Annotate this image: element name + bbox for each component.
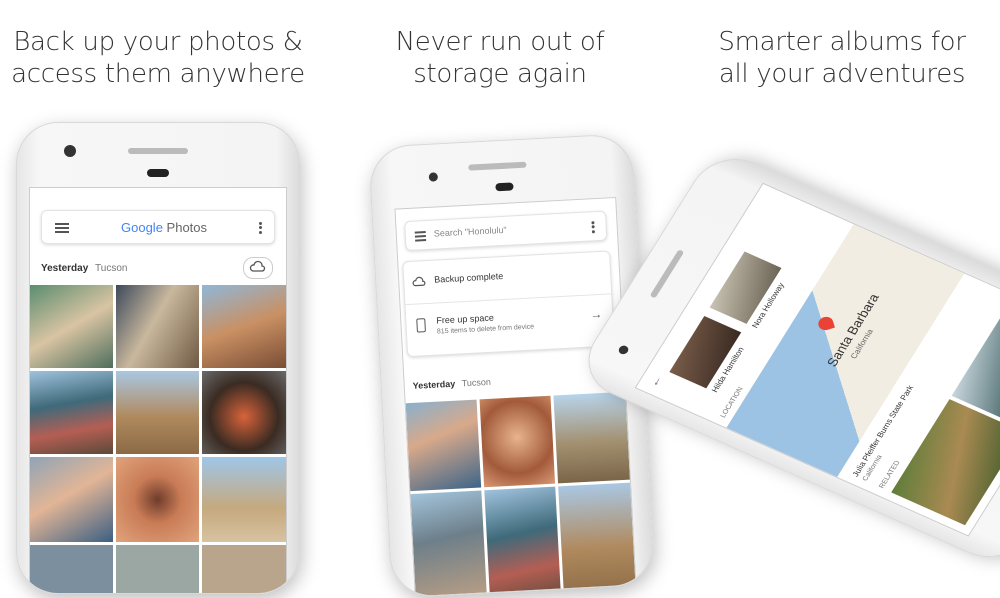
photo-tile[interactable] [553,391,630,484]
search-placeholder: Search "Honolulu" [433,224,507,239]
photo-tile[interactable] [410,490,488,598]
backup-status-text: Backup complete [433,271,504,285]
date-header: Yesterday Tucson [412,377,491,391]
app-logo: Google Photos [121,220,207,235]
cloud-done-icon [412,274,427,293]
phone1-speaker [128,148,188,154]
phone2-status-card: Backup complete Free up space 815 items … [402,250,615,358]
photo-tile[interactable] [116,457,199,542]
menu-icon[interactable] [55,221,69,235]
phone2-speaker [468,161,527,171]
person-thumb[interactable] [709,251,782,324]
phone3-speaker [649,249,685,299]
phone3-screen: ← Hilda Hamilton Nora Holloway LOCATION … [634,182,1000,537]
free-space-title: Free up space [436,312,495,326]
menu-icon[interactable] [414,229,427,244]
arrow-right-icon: → [589,306,603,322]
phone1-top-bar: Google Photos [41,210,275,244]
photo-tile[interactable] [202,371,286,454]
cloud-check-icon[interactable] [243,257,273,279]
photo-tile[interactable] [202,545,286,593]
phone2-sensor [495,182,514,192]
date-label: Yesterday [412,378,456,391]
caption-line: Smarter albums for [718,27,966,57]
more-vert-icon[interactable] [259,220,263,235]
photo-tile[interactable] [116,371,199,454]
photo-tile[interactable] [30,285,113,368]
caption-storage: Never run out of storage again [350,26,650,90]
photo-tile[interactable] [116,285,199,368]
caption-line: all your adventures [718,59,966,89]
phone1-screen: Google Photos Yesterday Tucson [29,187,287,593]
location-label: Tucson [95,263,128,274]
photo-tile[interactable] [116,545,199,593]
photo-tile[interactable] [30,457,113,542]
more-vert-icon[interactable] [591,219,596,234]
caption-line: Never run out of [395,27,605,57]
photo-tile[interactable] [202,457,286,542]
caption-line: access them anywhere [11,59,305,89]
back-arrow-icon[interactable]: ← [646,373,665,389]
date-label: Yesterday [41,263,89,274]
caption-backup: Back up your photos & access them anywhe… [8,26,308,90]
photo-tile[interactable] [405,399,482,492]
phone3-camera [617,344,631,356]
caption-albums: Smarter albums for all your adventures [692,26,992,90]
photo-tile[interactable] [30,545,113,593]
phone-icon [416,318,426,333]
phone1-sensor [147,169,169,177]
photo-tile[interactable] [30,371,113,454]
phone-1: Google Photos Yesterday Tucson [16,122,300,594]
free-space-subtitle: 815 items to delete from device [436,323,535,336]
photo-tile[interactable] [202,285,286,368]
phone2-camera [428,172,439,182]
photos-wordmark: Photos [166,220,208,235]
google-wordmark: Google [121,220,163,235]
photo-tile[interactable] [558,482,637,598]
caption-line: storage again [413,59,587,89]
phone1-camera [64,145,76,157]
phone2-search-bar[interactable]: Search "Honolulu" [404,210,608,252]
location-label: Tucson [461,376,492,389]
person-thumb[interactable] [669,315,742,389]
free-up-space-row[interactable]: Free up space 815 items to delete from d… [406,294,614,355]
caption-line: Back up your photos & [13,27,303,57]
photo-tile[interactable] [479,395,556,488]
date-header: Yesterday Tucson [41,263,127,274]
related-photo[interactable] [891,399,1000,526]
phone2-screen: Search "Honolulu" Backup complete Free u… [394,196,638,598]
map-pin-icon [816,315,835,332]
photo-tile[interactable] [484,486,562,598]
